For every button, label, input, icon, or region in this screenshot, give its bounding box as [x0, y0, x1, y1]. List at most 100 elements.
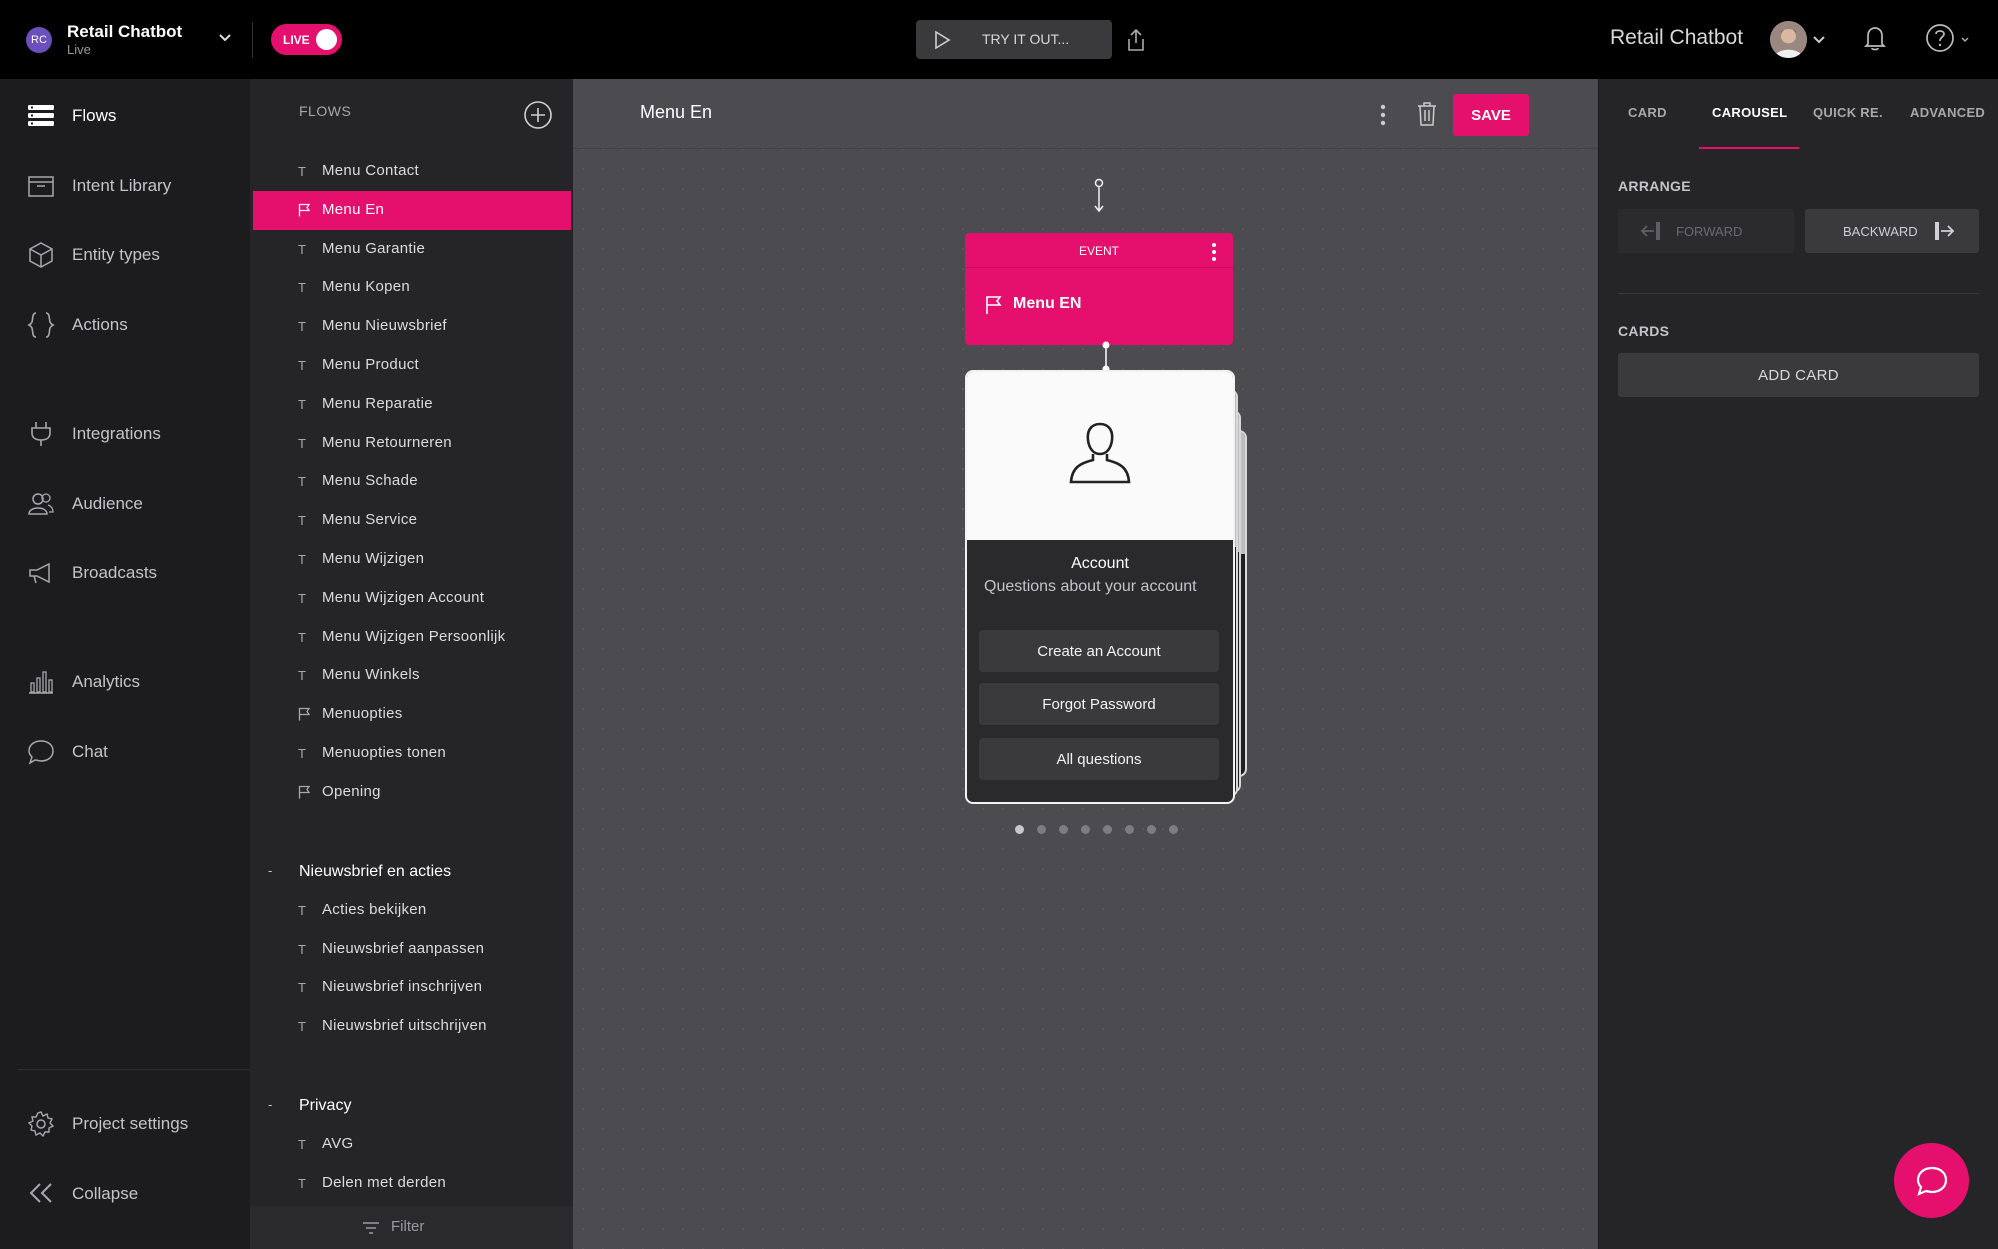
nav-item-actions[interactable]: Actions	[0, 300, 250, 350]
pager-dot[interactable]	[1147, 825, 1156, 834]
tab-card[interactable]: CARD	[1628, 105, 1667, 120]
flow-item[interactable]: T Menu Garantie	[253, 230, 571, 269]
flow-item-label: Opening	[322, 782, 381, 800]
tab-quick-replies[interactable]: QUICK RE.	[1813, 105, 1883, 120]
add-flow-icon[interactable]	[523, 100, 553, 130]
nav-item-flows[interactable]: Flows	[0, 91, 250, 141]
flow-item[interactable]: T Menu Nieuwsbrief	[253, 307, 571, 346]
text-flow-icon: T	[298, 1175, 306, 1191]
project-name[interactable]: Retail Chatbot	[67, 22, 182, 42]
nav-label: Audience	[72, 494, 143, 513]
cube-icon	[27, 241, 55, 269]
collapse-minus-icon: -	[268, 863, 273, 878]
flow-item[interactable]: T Menu Winkels	[253, 656, 571, 695]
nav-item-integrations[interactable]: Integrations	[0, 409, 250, 459]
flow-item[interactable]: T Acties bekijken	[253, 891, 571, 930]
chat-bubble-icon	[1915, 1164, 1949, 1198]
text-flow-icon: T	[298, 1018, 306, 1034]
nav-label: Collapse	[72, 1184, 139, 1203]
backward-button[interactable]: BACKWARD	[1805, 209, 1979, 253]
nav-item-audience[interactable]: Audience	[0, 479, 250, 529]
help-icon[interactable]	[1925, 23, 1955, 53]
chevron-down-icon[interactable]	[1960, 35, 1970, 45]
pager-dot[interactable]	[1103, 825, 1112, 834]
group-header-privacy[interactable]: - Privacy	[250, 1093, 570, 1123]
pager-dot[interactable]	[1125, 825, 1134, 834]
collapse-minus-icon: -	[268, 1097, 273, 1112]
group-header-nieuwsbrief[interactable]: - Nieuwsbrief en acties	[250, 859, 570, 889]
flow-item[interactable]: T Nieuwsbrief uitschrijven	[253, 1007, 571, 1046]
flow-item[interactable]: T Menu Retourneren	[253, 424, 571, 463]
flow-item[interactable]: T Menu Reparatie	[253, 385, 571, 424]
pager-dot[interactable]	[1037, 825, 1046, 834]
chevron-down-icon[interactable]	[218, 30, 232, 44]
tab-advanced[interactable]: ADVANCED	[1910, 105, 1985, 120]
save-button[interactable]: SAVE	[1453, 94, 1529, 136]
flow-item[interactable]: T Menu Service	[253, 501, 571, 540]
pager-dot[interactable]	[1169, 825, 1178, 834]
kebab-menu-icon[interactable]	[1379, 103, 1387, 127]
trash-icon[interactable]	[1416, 101, 1438, 127]
carousel-card[interactable]: Account Questions about your account Cre…	[965, 370, 1235, 804]
nav-label: Chat	[72, 742, 108, 761]
flow-item[interactable]: T AVG	[253, 1125, 571, 1164]
braces-icon	[27, 311, 55, 339]
nav-item-broadcasts[interactable]: Broadcasts	[0, 548, 250, 598]
flow-item[interactable]: T Nieuwsbrief aanpassen	[253, 930, 571, 969]
event-node[interactable]: EVENT Menu EN	[965, 233, 1233, 345]
flow-item[interactable]: T Nieuwsbrief inschrijven	[253, 968, 571, 1007]
nav-label: Analytics	[72, 672, 141, 691]
flow-item[interactable]: Menuopties	[253, 695, 571, 734]
project-avatar[interactable]: RC	[26, 27, 52, 53]
people-icon	[27, 490, 55, 518]
live-label: LIVE	[283, 32, 310, 47]
filter-button[interactable]: Filter	[250, 1206, 573, 1249]
add-card-button[interactable]: ADD CARD	[1618, 353, 1979, 397]
pager-dot[interactable]	[1081, 825, 1090, 834]
arrange-label: ARRANGE	[1618, 178, 1691, 194]
chat-launcher-button[interactable]	[1894, 1143, 1969, 1218]
flow-item[interactable]: T Menu Wijzigen Persoonlijk	[253, 618, 571, 657]
tab-carousel[interactable]: CAROUSEL	[1712, 105, 1787, 120]
flow-item-label: Nieuwsbrief aanpassen	[322, 939, 485, 957]
flow-item[interactable]: Menu En	[253, 190, 571, 230]
nav-item-entity-types[interactable]: Entity types	[0, 230, 250, 280]
flow-item[interactable]: T Menu Wijzigen Account	[253, 579, 571, 618]
live-toggle[interactable]: LIVE	[271, 24, 342, 55]
card-button-forgot-password[interactable]: Forgot Password	[979, 683, 1219, 725]
nav-item-analytics[interactable]: Analytics	[0, 657, 250, 707]
project-settings-button[interactable]: Project settings	[0, 1099, 250, 1149]
card-button-all-questions[interactable]: All questions	[979, 738, 1219, 780]
chevron-down-icon[interactable]	[1812, 34, 1826, 46]
try-it-out-button[interactable]: TRY IT OUT...	[916, 20, 1112, 59]
flow-item-label: Acties bekijken	[322, 901, 427, 918]
collapse-button[interactable]: Collapse	[0, 1169, 250, 1219]
nav-label: Integrations	[72, 424, 161, 443]
card-image[interactable]	[967, 372, 1233, 540]
flow-item-label: Menu Nieuwsbrief	[322, 317, 447, 335]
inbox-icon	[27, 172, 55, 200]
flow-item[interactable]: T Menu Wijzigen	[253, 540, 571, 579]
flow-item[interactable]: T Menu Kopen	[253, 268, 571, 307]
avatar[interactable]	[1770, 21, 1807, 58]
flow-item[interactable]: Opening	[253, 773, 571, 812]
filter-label: Filter	[391, 1218, 425, 1235]
share-icon[interactable]	[1126, 28, 1146, 52]
kebab-menu-icon[interactable]	[1210, 242, 1218, 262]
flow-item[interactable]: T Menu Product	[253, 346, 571, 385]
flow-canvas[interactable]: Menu En SAVE EVENT Menu EN Account Quest…	[573, 79, 1598, 1249]
nav-label: Entity types	[72, 245, 160, 264]
pager-dot[interactable]	[1015, 825, 1024, 834]
nav-item-intent-library[interactable]: Intent Library	[0, 161, 250, 211]
nav-label: Intent Library	[72, 176, 172, 195]
pager-dot[interactable]	[1059, 825, 1068, 834]
flow-item[interactable]: T Delen met derden	[253, 1164, 571, 1203]
flow-item[interactable]: T Menu Schade	[253, 462, 571, 501]
flow-item[interactable]: T Menuopties tonen	[253, 734, 571, 773]
nav-item-chat[interactable]: Chat	[0, 727, 250, 777]
forward-button[interactable]: FORWARD	[1618, 209, 1794, 253]
card-button-create-account[interactable]: Create an Account	[979, 630, 1219, 672]
flow-item[interactable]: T Menu Contact	[253, 152, 571, 191]
flow-item-label: Menu Retourneren	[322, 433, 452, 451]
bell-icon[interactable]	[1862, 24, 1888, 52]
